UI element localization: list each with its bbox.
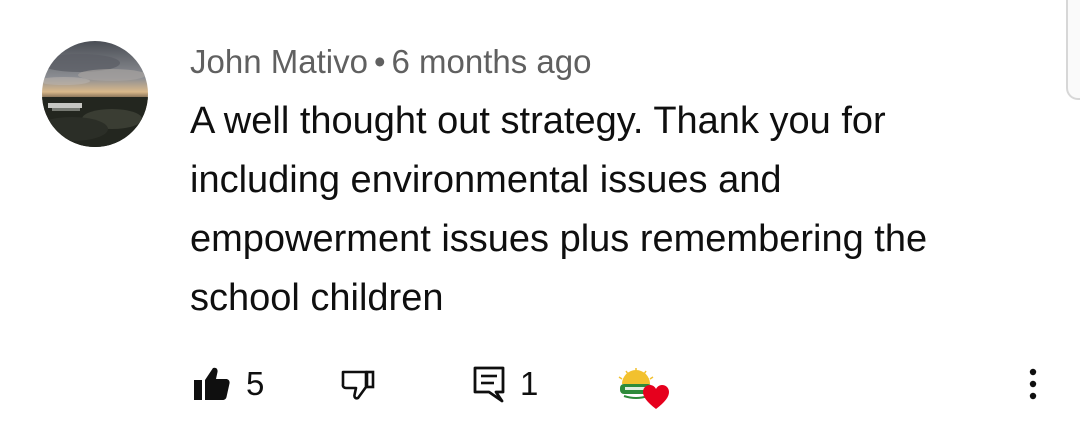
more-vertical-icon <box>1029 368 1037 400</box>
like-count: 5 <box>246 365 265 402</box>
scroll-edge <box>1066 0 1080 100</box>
comment-timestamp[interactable]: 6 months ago <box>392 43 592 80</box>
author-name[interactable]: John Mativo <box>190 43 368 80</box>
reply-count: 1 <box>520 365 539 402</box>
creator-heart-icon <box>643 385 669 409</box>
thumbs-down-outline-icon <box>341 370 375 400</box>
comment-screen: John Mativo • 6 months ago A well thought … <box>0 0 1080 433</box>
comment-text: A well thought out strategy. Thank you f… <box>190 100 928 319</box>
comment-actions: 5 1 <box>0 360 1080 410</box>
reply-comment-icon <box>473 366 505 403</box>
reply-button[interactable]: 1 <box>472 364 538 404</box>
comment-meta: John Mativo • 6 months ago <box>190 42 591 82</box>
like-button[interactable]: 5 <box>192 364 264 404</box>
more-options-button[interactable] <box>1018 364 1048 404</box>
dislike-button[interactable] <box>340 366 376 402</box>
meta-separator: • <box>373 43 386 80</box>
creator-heart-badge[interactable] <box>614 366 670 410</box>
avatar[interactable] <box>42 41 148 147</box>
avatar-image <box>42 41 148 147</box>
thumbs-up-filled-icon <box>194 367 230 400</box>
